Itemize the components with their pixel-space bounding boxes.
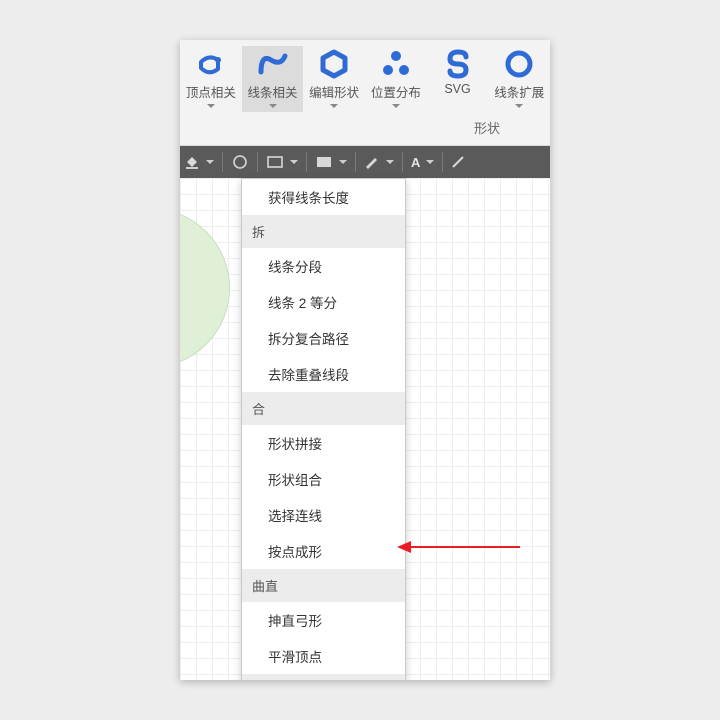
menu-header-split: 拆 (242, 215, 405, 248)
ribbon-distribute[interactable]: 位置分布 (365, 46, 427, 112)
circle-outline-icon[interactable] (231, 153, 249, 171)
s-icon (442, 48, 474, 80)
ribbon-label: 线条扩展 (494, 86, 544, 100)
vertex-icon (195, 48, 227, 80)
chevron-down-icon[interactable] (426, 160, 434, 164)
fill-rect-icon[interactable] (315, 155, 333, 169)
ribbon-label: 位置分布 (371, 86, 421, 100)
ribbon-svg[interactable]: SVG (427, 46, 489, 112)
ribbon-line-ext[interactable]: 线条扩展 (488, 46, 550, 112)
menu-item-smooth-vertex[interactable]: 平滑顶点 (242, 638, 405, 674)
menu-item-split-compound[interactable]: 拆分复合路径 (242, 320, 405, 356)
menu-header-merge: 合 (242, 392, 405, 425)
format-toolbar: A (180, 146, 550, 178)
hexagon-icon (318, 48, 350, 80)
drawing-canvas[interactable]: 获得线条长度 拆 线条分段 线条 2 等分 拆分复合路径 去除重叠线段 合 形状… (180, 178, 550, 680)
paint-bucket-icon[interactable] (184, 154, 200, 170)
chevron-down-icon (330, 104, 338, 108)
menu-item-get-length[interactable]: 获得线条长度 (242, 179, 405, 215)
ribbon-label: 线条相关 (248, 86, 298, 100)
chevron-down-icon (392, 104, 400, 108)
menu-header-openclose: 闭合-开放 (242, 674, 405, 680)
menu-item-select-connect[interactable]: 选择连线 (242, 497, 405, 533)
circle-icon (503, 48, 535, 80)
menu-item-segment[interactable]: 线条分段 (242, 248, 405, 284)
chevron-down-icon[interactable] (206, 160, 214, 164)
chevron-down-icon[interactable] (386, 160, 394, 164)
distribute-icon (380, 48, 412, 80)
ribbon-edit-shape[interactable]: 编辑形状 (303, 46, 365, 112)
ribbon-label: 顶点相关 (186, 86, 236, 100)
menu-header-curve: 曲直 (242, 569, 405, 602)
ribbon-label: 编辑形状 (309, 86, 359, 100)
curve-icon (257, 48, 289, 80)
line-icon[interactable] (451, 155, 465, 169)
menu-item-remove-overlap[interactable]: 去除重叠线段 (242, 356, 405, 392)
app-window: 顶点相关 线条相关 编辑形状 位置分布 SVG 线条扩展 形状 (180, 40, 550, 680)
pencil-icon[interactable] (364, 155, 380, 169)
menu-item-points-to-shape[interactable]: 按点成形 (242, 533, 405, 569)
ribbon-line[interactable]: 线条相关 (242, 46, 304, 112)
ellipse-shape[interactable] (180, 208, 230, 368)
rectangle-icon[interactable] (266, 155, 284, 169)
chevron-down-icon (269, 104, 277, 108)
menu-item-shape-combine[interactable]: 形状组合 (242, 461, 405, 497)
chevron-down-icon (515, 104, 523, 108)
menu-item-straighten-arc[interactable]: 抻直弓形 (242, 602, 405, 638)
font-letter-icon[interactable]: A (411, 155, 420, 170)
menu-item-bisect[interactable]: 线条 2 等分 (242, 284, 405, 320)
chevron-down-icon[interactable] (339, 160, 347, 164)
line-related-menu: 获得线条长度 拆 线条分段 线条 2 等分 拆分复合路径 去除重叠线段 合 形状… (241, 178, 406, 680)
ribbon: 顶点相关 线条相关 编辑形状 位置分布 SVG 线条扩展 (180, 40, 550, 112)
menu-item-shape-join[interactable]: 形状拼接 (242, 425, 405, 461)
ribbon-group-label: 形状 (180, 112, 550, 146)
chevron-down-icon[interactable] (290, 160, 298, 164)
chevron-down-icon (207, 104, 215, 108)
ribbon-vertex[interactable]: 顶点相关 (180, 46, 242, 112)
ribbon-label: SVG (444, 82, 470, 96)
